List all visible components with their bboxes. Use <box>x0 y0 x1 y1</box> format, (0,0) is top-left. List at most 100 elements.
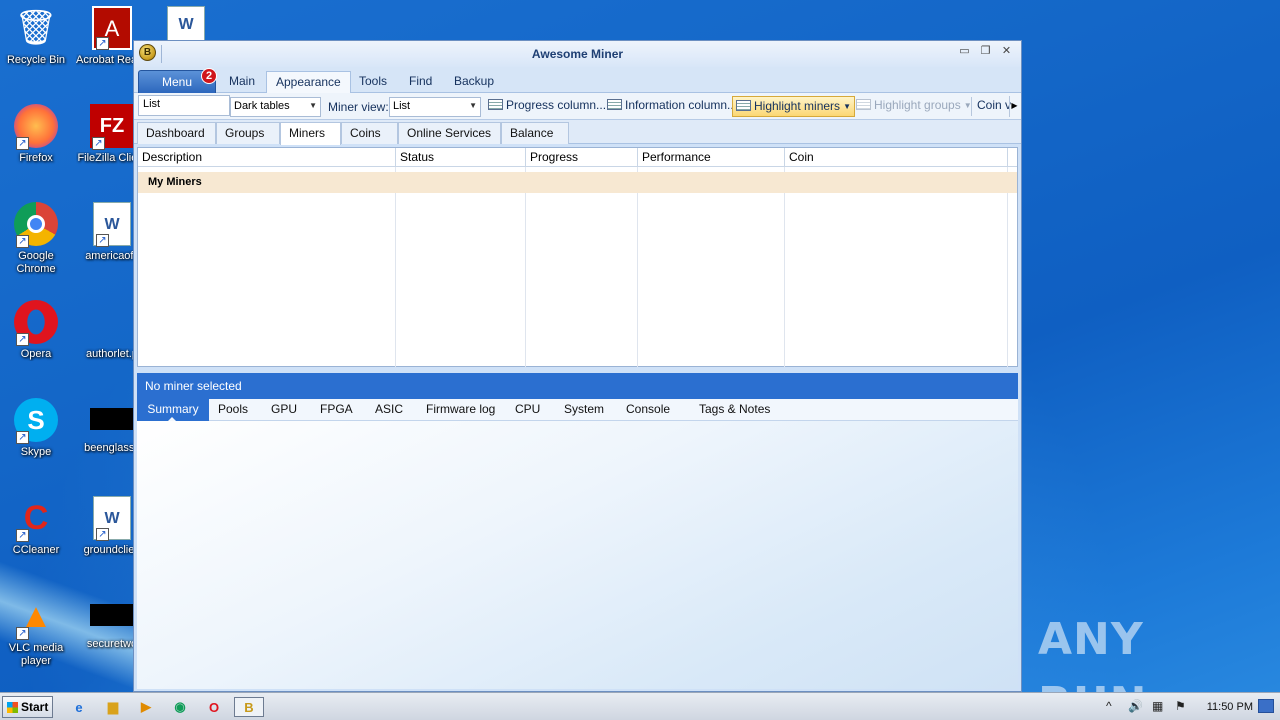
tab-dashboard[interactable]: Dashboard <box>137 122 216 144</box>
chrome-icon: ↗ <box>14 202 58 248</box>
ribbon-tab-bar: Menu 2 Main Appearance Tools Find Backup <box>134 67 1021 94</box>
firefox-icon: ↗ <box>14 104 58 150</box>
list-style-field[interactable]: List <box>138 95 230 116</box>
grid-header: Description Status Progress Performance … <box>138 148 1017 167</box>
notification-badge: 2 <box>201 68 217 84</box>
chrome-icon[interactable]: ◉ <box>168 697 192 717</box>
restore-icon[interactable]: ❐ <box>977 44 994 59</box>
skype-icon: S ↗ <box>14 398 58 444</box>
group-row-my-miners[interactable]: My Miners <box>138 172 1017 193</box>
network-icon[interactable]: ▦ <box>1152 699 1163 713</box>
miners-grid[interactable]: Description Status Progress Performance … <box>137 147 1018 367</box>
window-title: Awesome Miner <box>531 47 624 61</box>
highlight-miners-button[interactable]: Highlight miners ▼ <box>732 96 856 117</box>
start-label: Start <box>21 700 49 714</box>
desktop-icon-label: Recycle Bin <box>6 54 66 66</box>
desktop-icon-chrome[interactable]: ↗ Google Chrome <box>0 202 72 276</box>
tab-balance[interactable]: Balance <box>501 122 569 144</box>
tab-firmware-log[interactable]: Firmware log <box>418 399 503 421</box>
close-icon[interactable]: ✕ <box>998 44 1015 59</box>
opera-icon[interactable]: O <box>202 697 226 717</box>
progress-columns-label: Progress column... <box>506 98 607 112</box>
ribbon-tab-tools[interactable]: Tools <box>350 71 396 93</box>
ccleaner-icon: C ↗ <box>14 496 58 542</box>
tab-groups[interactable]: Groups <box>216 122 280 144</box>
tab-pools[interactable]: Pools <box>210 399 256 421</box>
toolbar-overflow-arrow-icon[interactable]: ▶ <box>1009 96 1019 117</box>
clock[interactable]: 11:50 PM <box>1207 701 1253 713</box>
highlight-miners-label: Highlight miners <box>754 99 841 113</box>
show-desktop-icon[interactable] <box>1258 699 1274 713</box>
highlight-table-icon <box>736 100 751 111</box>
progress-columns-button[interactable]: Progress column... <box>485 96 609 117</box>
chevron-down-icon: ▼ <box>469 101 477 110</box>
tab-coins[interactable]: Coins <box>341 122 398 144</box>
title-bar[interactable]: B Awesome Miner ▭ ❐ ✕ <box>134 41 1021 67</box>
awesome-miner-window: B Awesome Miner ▭ ❐ ✕ Menu 2 Main Appear… <box>133 40 1022 692</box>
column-header-status[interactable]: Status <box>396 148 526 167</box>
ribbon-tab-appearance[interactable]: Appearance <box>266 71 351 94</box>
word-document-icon: W ↗ <box>93 496 131 541</box>
window-controls: ▭ ❐ ✕ <box>956 44 1015 59</box>
theme-dropdown-value: Dark tables <box>234 100 290 112</box>
desktop-icon-skype[interactable]: S ↗ Skype <box>0 398 72 459</box>
tab-asic[interactable]: ASIC <box>367 399 411 421</box>
tab-console[interactable]: Console <box>618 399 678 421</box>
column-header-progress[interactable]: Progress <box>526 148 638 167</box>
column-header-performance[interactable]: Performance <box>638 148 785 167</box>
media-player-icon[interactable]: ▶ <box>134 697 158 717</box>
chevron-down-icon: ▼ <box>309 101 317 110</box>
desktop-icon-firefox[interactable]: ↗ Firefox <box>0 104 72 165</box>
taskbar: Start e ▆ ▶ ◉ O B ^ 🔊 ▦ ⚑ 11:50 PM <box>0 692 1280 720</box>
desktop-icon-label: Google Chrome <box>16 250 56 275</box>
toolbar-separator <box>971 97 972 116</box>
tray-expand-icon[interactable]: ^ <box>1106 699 1112 713</box>
file-explorer-icon[interactable]: ▆ <box>101 697 125 717</box>
desktop-icon-label: Firefox <box>19 152 53 164</box>
tab-online-services[interactable]: Online Services <box>398 122 501 144</box>
action-center-flag-icon[interactable]: ⚑ <box>1175 699 1186 713</box>
tab-tags-notes[interactable]: Tags & Notes <box>691 399 778 421</box>
ribbon-tab-backup[interactable]: Backup <box>445 71 503 93</box>
minimize-icon[interactable]: ▭ <box>956 44 973 59</box>
column-header-coin[interactable]: Coin <box>785 148 1008 167</box>
miner-view-value: List <box>393 100 411 112</box>
desktop-icon-ccleaner[interactable]: C ↗ CCleaner <box>0 496 72 557</box>
miner-view-dropdown[interactable]: List ▼ <box>389 97 481 117</box>
ribbon-tab-find[interactable]: Find <box>400 71 441 93</box>
tab-summary[interactable]: Summary <box>137 399 209 422</box>
table-columns-icon <box>488 99 503 110</box>
vlc-cone-icon: ▲ ↗ <box>14 594 58 640</box>
blank-file-icon <box>90 300 134 344</box>
detail-tab-bar: Summary Pools GPU FPGA ASIC Firmware log… <box>137 399 1018 422</box>
system-tray: ^ 🔊 ▦ ⚑ 11:50 PM <box>1100 693 1280 720</box>
selection-status-bar: No miner selected <box>137 373 1018 399</box>
coin-view-button[interactable]: Coin v <box>974 96 1014 117</box>
tab-miners[interactable]: Miners <box>280 122 341 145</box>
ribbon-tab-main[interactable]: Main <box>220 71 264 93</box>
column-header-description[interactable]: Description <box>138 148 396 167</box>
desktop-icon-recycle-bin[interactable]: 🗑 Recycle Bin <box>0 6 72 67</box>
desktop-icon-opera[interactable]: ↗ Opera <box>0 300 72 361</box>
internet-explorer-icon[interactable]: e <box>67 697 91 717</box>
tab-fpga[interactable]: FPGA <box>312 399 361 421</box>
awesome-miner-taskbar-button[interactable]: B <box>234 697 264 717</box>
tab-system[interactable]: System <box>556 399 612 421</box>
desktop-icon-vlc[interactable]: ▲ ↗ VLC media player <box>0 594 72 668</box>
theme-dropdown[interactable]: Dark tables ▼ <box>230 97 321 117</box>
start-button[interactable]: Start <box>2 696 53 718</box>
information-columns-button[interactable]: Information column... <box>604 96 740 117</box>
word-document-icon: W <box>167 6 205 42</box>
tab-gpu[interactable]: GPU <box>263 399 305 421</box>
miner-view-label: Miner view: <box>328 100 389 114</box>
desktop-icon-label: CCleaner <box>12 544 60 556</box>
volume-icon[interactable]: 🔊 <box>1128 699 1143 713</box>
opera-icon: ↗ <box>14 300 58 346</box>
highlight-groups-label: Highlight groups <box>874 98 961 112</box>
desktop-icon-label: Opera <box>20 348 52 360</box>
column-divider <box>1007 167 1008 367</box>
information-columns-label: Information column... <box>625 98 738 112</box>
highlight-groups-button[interactable]: Highlight groups ▼ <box>853 96 975 117</box>
tab-cpu[interactable]: CPU <box>507 399 548 421</box>
desktop-icon-label: VLC media player <box>8 642 64 667</box>
